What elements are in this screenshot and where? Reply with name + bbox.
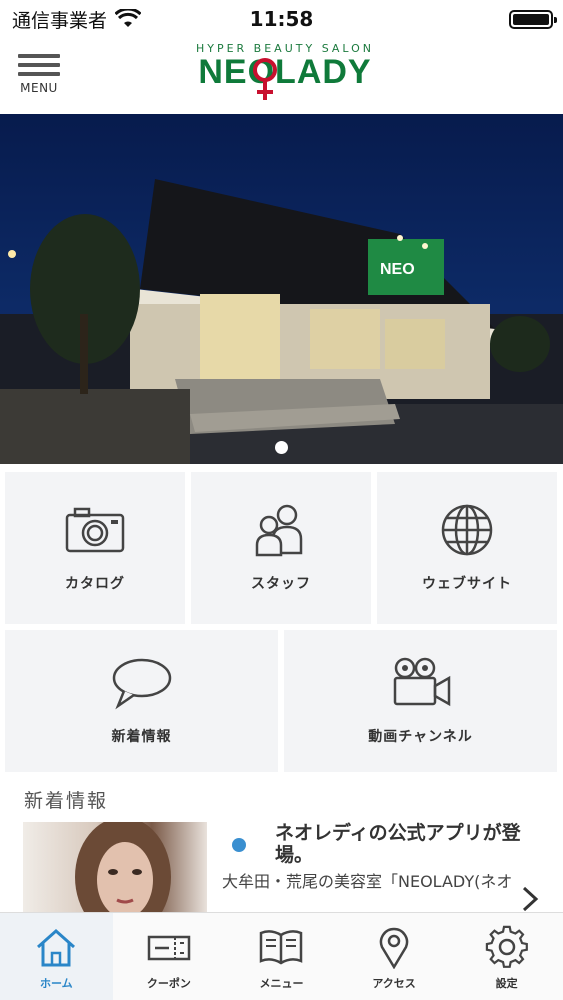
tile-staff[interactable]: スタッフ xyxy=(191,472,371,624)
unread-indicator xyxy=(232,838,246,852)
menu-button[interactable]: MENU xyxy=(16,54,62,100)
feature-grid: カタログ スタッフ ウェブサイト 新着情報 動画チャンネル xyxy=(0,464,563,776)
app-header: MENU HYPER BEAUTY SALON NEOLADY xyxy=(0,38,563,114)
book-icon xyxy=(260,930,303,965)
news-list-item[interactable]: ネオレディの公式アプリが登場。 大牟田・荒尾の美容室「NEOLADY(ネオレディ… xyxy=(0,822,563,912)
tile-label: 動画チャンネル xyxy=(368,729,473,745)
tile-catalog[interactable]: カタログ xyxy=(5,472,185,624)
camera-icon xyxy=(65,507,125,553)
gear-icon xyxy=(485,925,528,968)
tile-label: カタログ xyxy=(65,576,125,592)
tile-label: ウェブサイト xyxy=(422,576,512,592)
news-headline: ネオレディの公式アプリが登場。 xyxy=(275,822,521,866)
tile-label: 新着情報 xyxy=(111,729,172,745)
logo-wordmark: NEOLADY xyxy=(198,53,372,91)
menu-label: MENU xyxy=(20,81,58,95)
tile-news[interactable]: 新着情報 xyxy=(5,630,278,772)
hamburger-icon xyxy=(18,54,60,58)
coupon-icon xyxy=(147,935,191,961)
portrait-image xyxy=(75,822,171,912)
tab-home[interactable]: ホーム xyxy=(0,913,113,1000)
tile-label: スタッフ xyxy=(251,576,311,592)
salon-photo: NEO xyxy=(0,179,563,464)
home-icon xyxy=(37,928,76,967)
speech-bubble-icon xyxy=(112,658,171,710)
chevron-right-icon xyxy=(522,886,539,912)
news-section-title: 新着情報 xyxy=(24,790,109,812)
venus-symbol-icon xyxy=(253,58,277,100)
battery-icon xyxy=(509,10,557,29)
svg-text:NEO: NEO xyxy=(380,261,415,278)
news-thumbnail xyxy=(23,822,207,912)
tile-website[interactable]: ウェブサイト xyxy=(377,472,557,624)
tab-coupon[interactable]: クーポン xyxy=(113,913,226,1000)
tab-menu[interactable]: メニュー xyxy=(225,913,338,1000)
news-excerpt: 大牟田・荒尾の美容室「NEOLADY(ネオレディ)」の公 xyxy=(222,872,512,891)
map-pin-icon xyxy=(379,927,409,969)
globe-icon xyxy=(441,504,493,556)
tab-label: アクセス xyxy=(372,977,416,990)
hamburger-bar xyxy=(18,72,60,76)
bottom-tab-bar: ホーム クーポン メニュー アクセス 設定 xyxy=(0,912,563,1000)
tab-label: クーポン xyxy=(146,977,191,990)
tile-video-channel[interactable]: 動画チャンネル xyxy=(284,630,557,772)
clock: 11:58 xyxy=(249,7,314,31)
video-camera-icon xyxy=(393,657,450,707)
tab-settings[interactable]: 設定 xyxy=(450,913,563,1000)
carousel-indicator[interactable] xyxy=(275,441,288,454)
hero-carousel[interactable]: NEO xyxy=(0,114,563,464)
brand-logo: HYPER BEAUTY SALON NEOLADY xyxy=(190,42,380,112)
tab-label: ホーム xyxy=(39,977,73,990)
tab-label: 設定 xyxy=(495,977,518,990)
tab-label: メニュー xyxy=(259,977,304,990)
people-icon xyxy=(255,504,303,557)
tab-access[interactable]: アクセス xyxy=(338,913,451,1000)
hamburger-bar xyxy=(18,63,60,67)
status-bar: 通信事業者 11:58 xyxy=(0,0,563,38)
